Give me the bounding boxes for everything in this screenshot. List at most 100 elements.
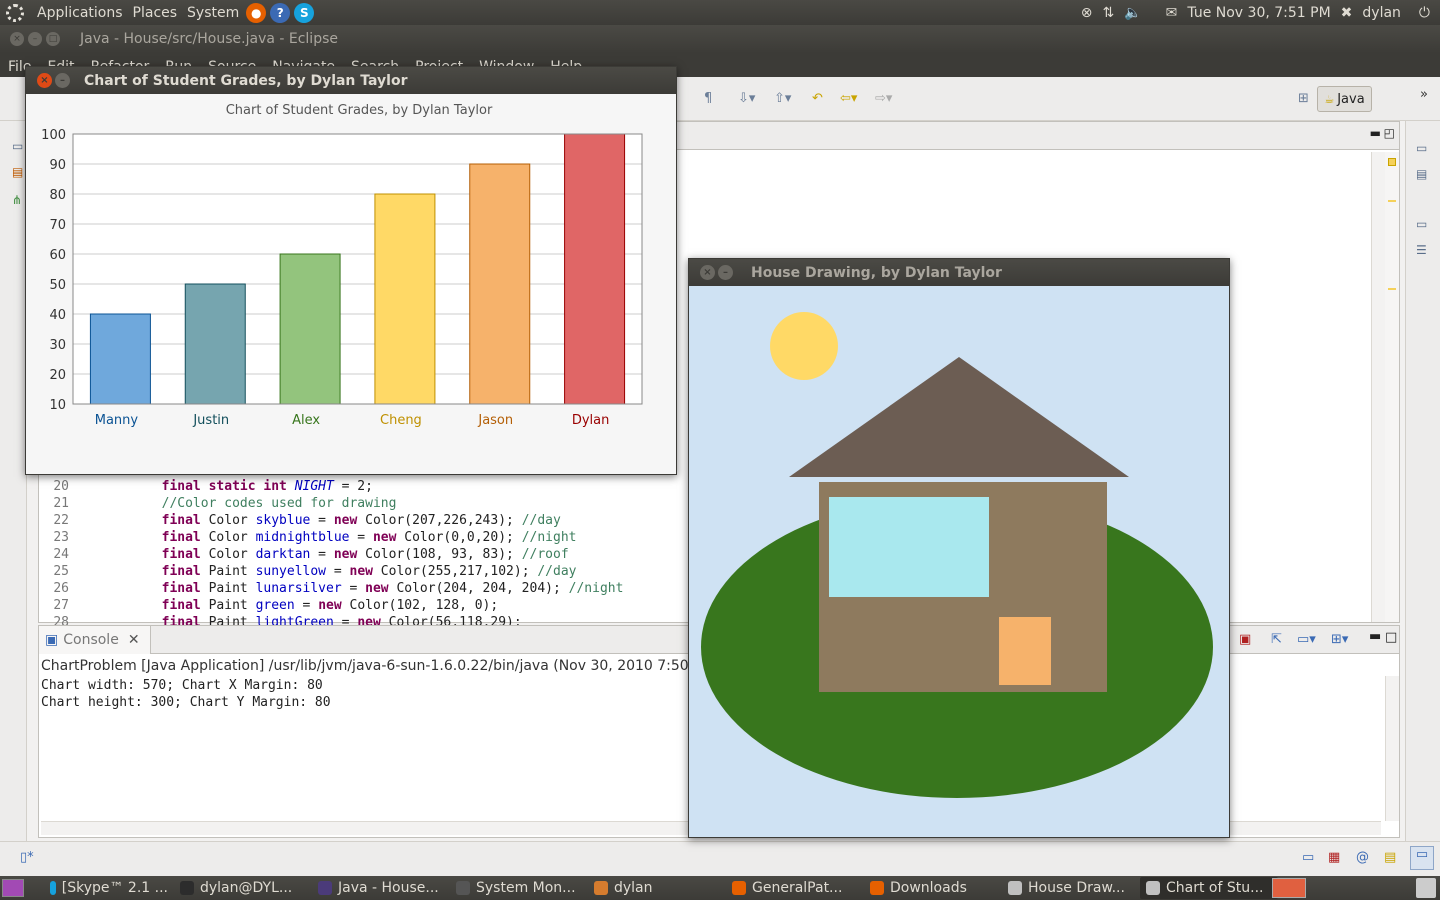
problems-icon[interactable]: ▦	[1328, 850, 1340, 865]
help-launcher-icon[interactable]: ?	[270, 2, 291, 23]
show-desktop-icon[interactable]	[2, 879, 24, 897]
taskbar-task[interactable]: Downloads	[864, 877, 1002, 899]
firefox-launcher-icon[interactable]: ●	[246, 2, 267, 23]
editor-minimize-icon[interactable]: ▬	[1370, 126, 1381, 140]
taskbar-task[interactable]: [Skype™ 2.1 ...	[44, 877, 174, 899]
mail-icon[interactable]: ✉	[1166, 5, 1178, 21]
user-name[interactable]: dylan	[1362, 5, 1401, 21]
code-token: green	[255, 598, 295, 613]
x-tick-label: Jason	[477, 413, 513, 428]
taskbar-task[interactable]: Java - House...	[312, 877, 450, 899]
house-drawing	[689, 287, 1229, 837]
clock[interactable]: Tue Nov 30, 7:51 PM	[1187, 5, 1330, 21]
code-line[interactable]: 26 final Paint lunarsilver = new Color(2…	[39, 580, 623, 597]
open-perspective-icon[interactable]: ⊞	[1298, 91, 1309, 106]
house-window[interactable]: × – House Drawing, by Dylan Taylor	[688, 258, 1230, 838]
editor-scrollbar[interactable]	[1371, 152, 1385, 622]
code-line[interactable]: 21 //Color codes used for drawing	[39, 495, 396, 512]
code-line[interactable]: 20 final static int NIGHT = 2;	[39, 478, 373, 495]
overview-ruler[interactable]	[1385, 152, 1399, 622]
workspace-switcher-icon[interactable]	[1272, 878, 1306, 898]
declaration-icon[interactable]: ▤	[1384, 850, 1396, 865]
places-menu[interactable]: Places	[128, 5, 183, 21]
ubuntu-logo-icon[interactable]	[6, 3, 24, 22]
volume-icon[interactable]: 🔈	[1124, 5, 1141, 21]
pin-console-icon[interactable]: ⇱	[1271, 632, 1282, 647]
console-fast-view-icon[interactable]: ▭	[1410, 846, 1434, 870]
code-token: final	[161, 598, 201, 613]
java-perspective-button[interactable]: ☕ Java	[1317, 86, 1372, 112]
house-window-title: House Drawing, by Dylan Taylor	[751, 264, 1002, 281]
taskbar-task[interactable]: dylan@DYL...	[174, 877, 312, 899]
eclipse-maximize-icon[interactable]: □	[46, 32, 60, 46]
close-tab-icon[interactable]: ✕	[128, 632, 140, 648]
restore-icon[interactable]: ▭	[12, 139, 23, 153]
chart-window[interactable]: × – Chart of Student Grades, by Dylan Ta…	[25, 66, 677, 475]
restore-icon[interactable]: ▭	[1302, 850, 1314, 865]
task-list-icon[interactable]: ☰	[1416, 243, 1427, 257]
chart-window-title: Chart of Student Grades, by Dylan Taylor	[84, 72, 408, 89]
y-tick-label: 50	[49, 278, 66, 293]
console-maximize-icon[interactable]: □	[1385, 630, 1397, 645]
outline-icon[interactable]: ▤	[1416, 167, 1427, 181]
remove-launch-icon[interactable]: ▣	[1239, 632, 1251, 647]
taskbar-task[interactable]: dylan	[588, 877, 726, 899]
restore-icon[interactable]: ▭	[1416, 141, 1427, 155]
user-icon: ✖	[1340, 4, 1353, 21]
editor-maximize-icon[interactable]: ◰	[1384, 126, 1395, 140]
taskbar-task[interactable]: System Mon...	[450, 877, 588, 899]
network-icon[interactable]: ⇅	[1103, 5, 1115, 21]
x-tick-label: Alex	[292, 413, 320, 428]
code-line[interactable]: 25 final Paint sunyellow = new Color(255…	[39, 563, 577, 580]
eclipse-minimize-icon[interactable]: –	[28, 32, 42, 46]
warning-marker[interactable]	[1388, 158, 1396, 166]
fast-view-icon[interactable]: ▯*	[20, 850, 34, 865]
chart-minimize-icon[interactable]: –	[55, 73, 70, 88]
console-tab[interactable]: ▣ Console ✕	[39, 626, 151, 654]
next-annotation-icon[interactable]: ⇩▾	[738, 91, 755, 106]
console-minimize-icon[interactable]: ▬	[1369, 629, 1381, 644]
task-list: [Skype™ 2.1 ... dylan@DYL... Java - House.…	[44, 877, 1278, 899]
restore-icon[interactable]: ▭	[1416, 217, 1427, 231]
last-edit-icon[interactable]: ↶	[812, 91, 823, 106]
forward-icon[interactable]: ⇨▾	[875, 91, 892, 106]
system-menu[interactable]: System	[182, 5, 244, 21]
house-window-titlebar[interactable]: × – House Drawing, by Dylan Taylor	[689, 259, 1229, 286]
eclipse-close-icon[interactable]: ×	[10, 32, 24, 46]
code-line[interactable]: 22 final Color skyblue = new Color(207,2…	[39, 512, 561, 529]
more-perspectives-icon[interactable]: »	[1420, 87, 1428, 102]
taskbar-task[interactable]: Chart of Stu...	[1140, 877, 1278, 899]
package-explorer-icon[interactable]: ▤	[12, 165, 23, 179]
hierarchy-icon[interactable]: ⋔	[12, 193, 22, 207]
code-token: //day	[537, 564, 577, 579]
display-console-icon[interactable]: ▭▾	[1297, 632, 1316, 647]
code-token: lunarsilver	[255, 581, 342, 596]
taskbar-task[interactable]: GeneralPat...	[726, 877, 864, 899]
code-line[interactable]: 24 final Color darktan = new Color(108, …	[39, 546, 568, 563]
code-token: final	[161, 530, 201, 545]
bar-chart: Chart of Student Grades, by Dylan Taylor…	[41, 103, 643, 428]
power-icon[interactable]: ⏻	[1419, 5, 1430, 21]
javadoc-icon[interactable]: @	[1356, 850, 1369, 865]
code-line[interactable]: 27 final Paint green = new Color(102, 12…	[39, 597, 498, 614]
code-token: Color	[200, 530, 256, 545]
skype-launcher-icon[interactable]: S	[294, 2, 315, 23]
code-line[interactable]: 23 final Color midnightblue = new Color(…	[39, 529, 576, 546]
house-minimize-icon[interactable]: –	[718, 265, 733, 280]
trash-icon[interactable]	[1416, 878, 1436, 898]
chart-window-titlebar[interactable]: × – Chart of Student Grades, by Dylan Ta…	[26, 67, 676, 94]
house-close-icon[interactable]: ×	[700, 265, 715, 280]
applications-menu[interactable]: Applications	[32, 5, 128, 21]
overview-mark[interactable]	[1388, 200, 1396, 202]
skype-tray-icon[interactable]: ⊗	[1081, 5, 1093, 21]
open-console-icon[interactable]: ⊞▾	[1331, 632, 1348, 647]
taskbar-task[interactable]: House Draw...	[1002, 877, 1140, 899]
chart-close-icon[interactable]: ×	[37, 73, 52, 88]
code-token: =	[341, 581, 366, 596]
previous-annotation-icon[interactable]: ⇧▾	[774, 91, 791, 106]
console-vertical-scrollbar[interactable]	[1385, 676, 1399, 821]
back-icon[interactable]: ⇦▾	[840, 91, 857, 106]
overview-mark[interactable]	[1388, 288, 1396, 290]
show-whitespace-icon[interactable]: ¶	[704, 91, 712, 106]
